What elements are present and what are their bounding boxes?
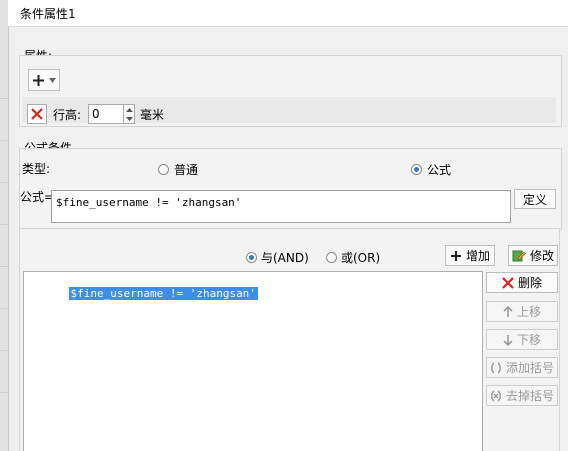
- condition-list[interactable]: $fine_username != 'zhangsan': [23, 271, 483, 451]
- formula-input[interactable]: $fine_username != 'zhangsan': [51, 190, 511, 223]
- move-up-button[interactable]: 上移: [486, 301, 558, 322]
- radio-or[interactable]: [326, 252, 337, 263]
- unit-label: 毫米: [140, 108, 165, 122]
- type-option-normal[interactable]: 普通: [158, 161, 198, 178]
- remove-bracket-button[interactable]: 去掉括号: [486, 385, 558, 406]
- radio-formula[interactable]: [411, 164, 422, 175]
- define-button[interactable]: 定义: [514, 189, 556, 209]
- arrow-up-icon: [503, 305, 513, 317]
- dialog-title: 条件属性1: [20, 7, 76, 21]
- background-strip: [0, 0, 9, 451]
- remove-bracket-icon: [490, 389, 501, 402]
- logic-or-option[interactable]: 或(OR): [326, 249, 380, 266]
- radio-and[interactable]: [246, 252, 257, 263]
- row-height-input[interactable]: 0: [88, 104, 124, 124]
- chevron-down-icon[interactable]: [126, 117, 133, 121]
- add-property-dropdown[interactable]: [28, 69, 60, 91]
- edit-condition-button[interactable]: 修改: [508, 245, 558, 266]
- bracket-icon: [490, 361, 501, 374]
- row-height-label: 行高:: [53, 108, 82, 122]
- plus-icon: [450, 250, 461, 261]
- chevron-down-icon: [49, 77, 56, 83]
- move-down-button[interactable]: 下移: [486, 329, 558, 350]
- list-item[interactable]: $fine_username != 'zhangsan': [42, 274, 258, 313]
- add-bracket-button[interactable]: 添加括号: [486, 357, 558, 378]
- row-height-spinner[interactable]: [124, 104, 135, 124]
- close-icon: [31, 108, 43, 120]
- logic-and-option[interactable]: 与(AND): [246, 249, 309, 266]
- delete-condition-button[interactable]: 删除: [486, 272, 558, 293]
- arrow-down-icon: [503, 334, 513, 346]
- chevron-up-icon[interactable]: [126, 108, 133, 112]
- plus-icon: [33, 74, 44, 86]
- type-label: 类型:: [22, 162, 51, 176]
- formula-label: 公式=: [20, 190, 55, 204]
- close-icon: [502, 276, 514, 289]
- type-option-formula[interactable]: 公式: [411, 161, 451, 178]
- remove-property-button[interactable]: [27, 104, 47, 124]
- radio-normal[interactable]: [158, 164, 169, 175]
- dialog-titlebar: 条件属性1: [8, 0, 568, 27]
- edit-icon: [512, 250, 526, 261]
- add-condition-button[interactable]: 增加: [445, 245, 495, 266]
